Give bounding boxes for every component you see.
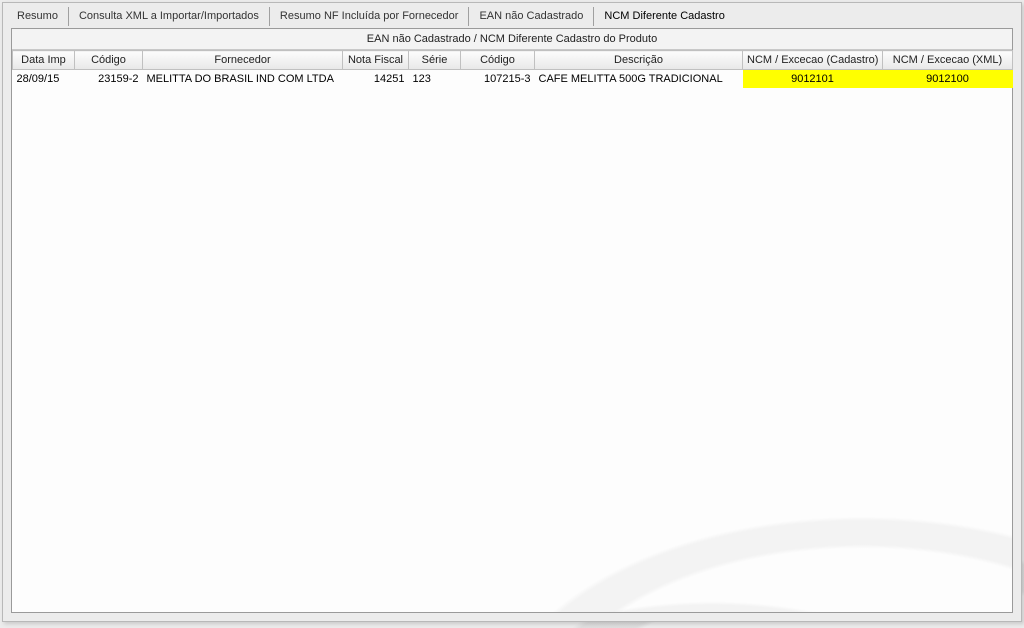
table-row[interactable]: 28/09/15 23159-2 MELITTA DO BRASIL IND C… <box>13 70 1013 88</box>
cell-fornecedor: MELITTA DO BRASIL IND COM LTDA <box>143 70 343 88</box>
tab-label: Resumo NF Incluída por Fornecedor <box>280 10 459 22</box>
data-grid[interactable]: Data Imp Código Fornecedor Nota Fiscal S… <box>12 50 1013 88</box>
col-header-codigo[interactable]: Código <box>75 51 143 70</box>
header-row: Data Imp Código Fornecedor Nota Fiscal S… <box>13 51 1013 70</box>
cell-ncm-xml: 9012100 <box>883 70 1013 88</box>
tab-bar: Resumo Consulta XML a Importar/Importado… <box>3 3 1021 26</box>
tab-label: EAN não Cadastrado <box>479 10 583 22</box>
cell-nota-fiscal: 14251 <box>343 70 409 88</box>
panel-title: EAN não Cadastrado / NCM Diferente Cadas… <box>12 29 1012 50</box>
tab-label: Consulta XML a Importar/Importados <box>79 10 259 22</box>
cell-ncm-cadastro: 9012101 <box>743 70 883 88</box>
window-panel: Resumo Consulta XML a Importar/Importado… <box>2 2 1022 622</box>
col-header-nota-fiscal[interactable]: Nota Fiscal <box>343 51 409 70</box>
tab-label: NCM Diferente Cadastro <box>604 10 724 22</box>
grid-panel: EAN não Cadastrado / NCM Diferente Cadas… <box>11 28 1013 613</box>
cell-codigo-forn: 23159-2 <box>75 70 143 88</box>
col-header-codigo-prod[interactable]: Código <box>461 51 535 70</box>
col-header-ncm-cadastro[interactable]: NCM / Excecao (Cadastro) <box>743 51 883 70</box>
tab-ean-nao-cadastrado[interactable]: EAN não Cadastrado <box>469 7 594 26</box>
tab-resumo[interactable]: Resumo <box>7 7 69 26</box>
tab-resumo-nf[interactable]: Resumo NF Incluída por Fornecedor <box>270 7 470 26</box>
tab-label: Resumo <box>17 10 58 22</box>
tab-consulta-xml[interactable]: Consulta XML a Importar/Importados <box>69 7 270 26</box>
cell-serie: 123 <box>409 70 461 88</box>
cell-data-imp: 28/09/15 <box>13 70 75 88</box>
cell-descricao: CAFE MELITTA 500G TRADICIONAL <box>535 70 743 88</box>
cell-codigo-prod: 107215-3 <box>461 70 535 88</box>
col-header-descricao[interactable]: Descrição <box>535 51 743 70</box>
col-header-fornecedor[interactable]: Fornecedor <box>143 51 343 70</box>
tab-ncm-diferente[interactable]: NCM Diferente Cadastro <box>594 7 734 26</box>
col-header-ncm-xml[interactable]: NCM / Excecao (XML) <box>883 51 1013 70</box>
col-header-data-imp[interactable]: Data Imp <box>13 51 75 70</box>
col-header-serie[interactable]: Série <box>409 51 461 70</box>
